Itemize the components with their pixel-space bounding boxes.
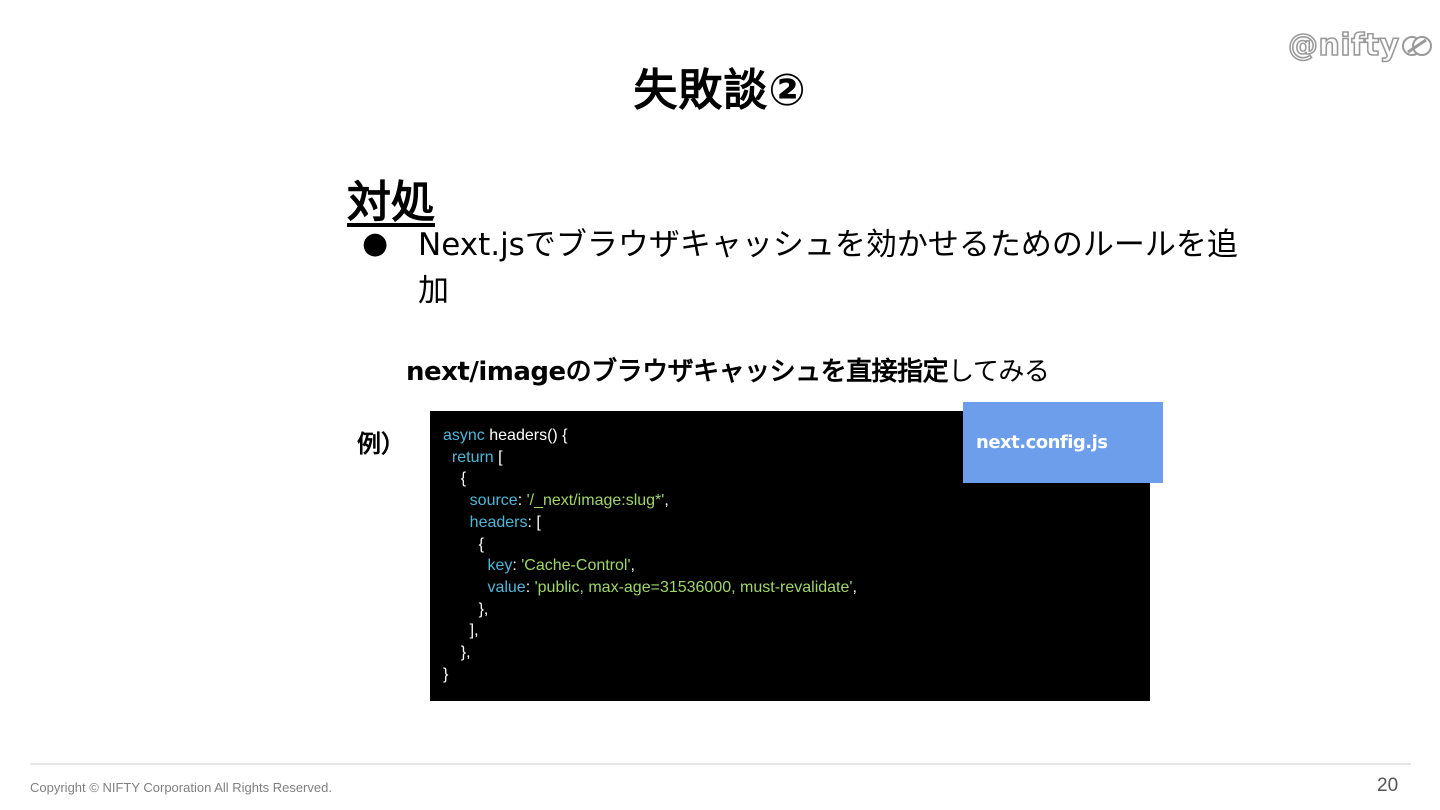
section-heading: 対処 — [347, 177, 435, 228]
example-label: 例） — [357, 430, 405, 458]
code-line: async headers() { — [443, 427, 568, 444]
subline: next/imageのブラウザキャッシュを直接指定してみる — [406, 351, 1050, 388]
file-name-label: next.config.js — [963, 402, 1163, 483]
code-keyword: async — [443, 427, 485, 444]
code-string: '/_next/image:slug*' — [526, 492, 665, 510]
code-token: : — [512, 557, 522, 575]
code-token: , — [664, 492, 669, 510]
page-number: 20 — [1377, 775, 1399, 796]
code-keyword: headers — [469, 513, 528, 531]
code-line: source: '/_next/image:slug*', — [443, 492, 669, 509]
code-keyword: source — [469, 492, 518, 510]
code-token: ], — [443, 622, 479, 640]
code-line: key: 'Cache-Control', — [443, 557, 635, 574]
code-string: 'Cache-Control' — [521, 557, 631, 575]
subline-rest: してみる — [948, 357, 1050, 387]
code-line: return [ — [443, 449, 503, 466]
bullet-marker: ● — [362, 226, 389, 261]
code-line: { — [443, 470, 466, 487]
code-token: : — [517, 492, 527, 510]
bullet-text: Next.jsでブラウザキャッシュを効かせるためのルールを追加 — [418, 227, 1238, 309]
code-token: }, — [443, 644, 471, 662]
code-line: } — [443, 666, 448, 683]
code-line: }, — [443, 644, 471, 661]
code-text: async headers() { return [ { source: '/_… — [443, 425, 857, 685]
code-token: } — [443, 665, 449, 683]
code-line: value: 'public, max-age=31536000, must-r… — [443, 578, 857, 596]
code-token: : [ — [527, 513, 541, 531]
code-token: , — [630, 557, 635, 575]
slide-title: 失敗談② — [633, 65, 807, 116]
code-string: 'public, max-age=31536000, must-revalida… — [534, 578, 853, 596]
code-keyword: key — [487, 557, 513, 575]
code-line: { — [443, 536, 484, 553]
code-keyword: return — [451, 448, 494, 466]
code-keyword: value — [487, 578, 526, 596]
code-token: { — [443, 470, 467, 488]
code-line: ], — [443, 622, 479, 639]
code-line: }, — [443, 600, 489, 618]
code-token: : — [525, 578, 535, 596]
footer-divider — [30, 763, 1411, 765]
code-line: headers: [ — [443, 514, 541, 531]
copyright-text: Copyright © NIFTY Corporation All Rights… — [30, 780, 332, 795]
code-token: , — [852, 578, 857, 596]
code-token: }, — [443, 600, 489, 618]
code-token: { — [443, 535, 484, 553]
subline-bold: next/imageのブラウザキャッシュを直接指定 — [406, 357, 949, 387]
code-token: [ — [493, 448, 503, 466]
code-token: headers() { — [484, 427, 568, 444]
